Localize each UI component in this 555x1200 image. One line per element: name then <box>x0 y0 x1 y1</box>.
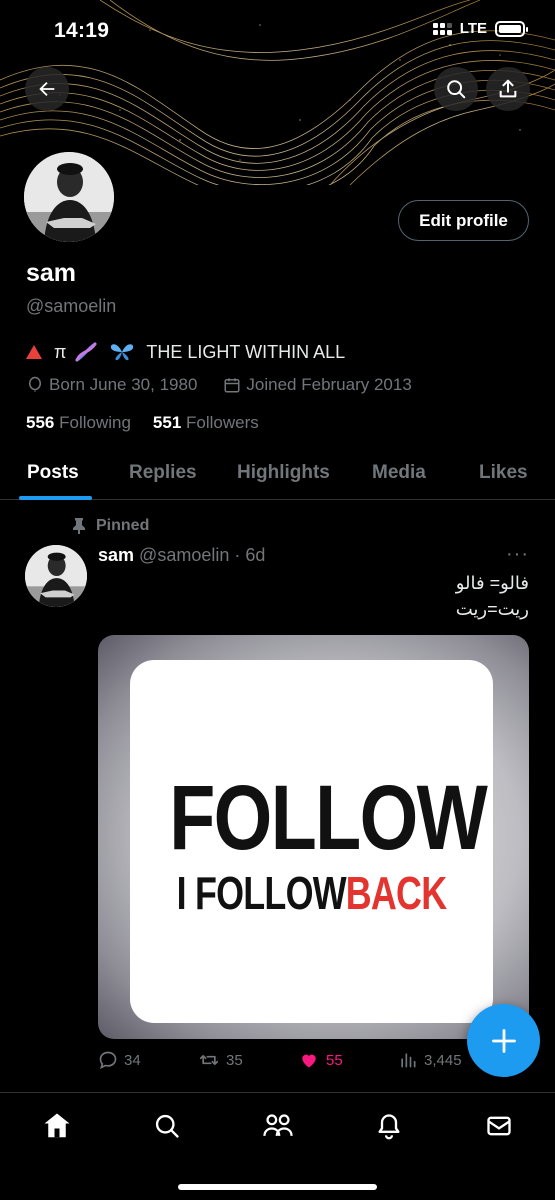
tab-replies[interactable]: Replies <box>129 462 197 484</box>
home-icon <box>44 1113 70 1138</box>
home-indicator <box>178 1184 377 1190</box>
views-count: 3,445 <box>424 1051 462 1069</box>
back-button[interactable] <box>25 67 69 111</box>
post-author[interactable]: sam <box>98 545 134 565</box>
like-count: 55 <box>326 1051 343 1069</box>
media-i-follow: I FOLLOW <box>176 867 347 919</box>
profile-meta: Born June 30, 1980 Joined February 2013 <box>26 375 412 395</box>
media-follow-text: FOLLOW <box>169 767 488 869</box>
heart-icon <box>302 1054 316 1068</box>
calendar-icon <box>224 378 240 393</box>
following-label: Following <box>59 413 131 432</box>
tab-highlights[interactable]: Highlights <box>237 462 330 484</box>
search-icon <box>447 80 466 99</box>
dna-icon <box>75 342 97 362</box>
avatar-photo <box>24 152 114 242</box>
reply-button[interactable]: 34 <box>98 1050 141 1070</box>
following-link[interactable]: 556 Following <box>26 413 131 433</box>
nav-home[interactable] <box>40 1109 74 1143</box>
repost-icon <box>199 1055 219 1065</box>
bio-text: THE LIGHT WITHIN ALL <box>146 341 346 362</box>
network-type: LTE <box>459 20 487 37</box>
post-text-line-2: ريت=ريت <box>455 599 529 619</box>
nav-notifications[interactable] <box>372 1109 406 1143</box>
born-date: Born June 30, 1980 <box>49 375 198 394</box>
communities-icon <box>263 1114 293 1136</box>
nav-communities[interactable] <box>261 1109 295 1143</box>
reply-icon <box>99 1051 117 1070</box>
search-button[interactable] <box>434 67 478 111</box>
pinned-label: Pinned <box>72 517 149 535</box>
butterfly-icon <box>111 344 134 361</box>
search-icon <box>155 1114 179 1138</box>
nav-search[interactable] <box>150 1109 184 1143</box>
joined-date: Joined February 2013 <box>246 375 412 394</box>
followers-label: Followers <box>186 413 259 432</box>
status-time: 14:19 <box>54 19 110 42</box>
compose-button[interactable] <box>467 1004 540 1077</box>
post-handle[interactable]: @samoelin <box>139 545 229 565</box>
balloon-icon <box>29 376 41 392</box>
pin-icon <box>73 518 85 534</box>
post-header: sam @samoelin · 6d <box>98 545 265 566</box>
active-tab-indicator <box>19 496 92 500</box>
profile-bio: π THE LIGHT WITHIN ALL <box>26 341 345 363</box>
profile-tabs: Posts Replies Highlights Media Likes <box>0 448 555 500</box>
profile-avatar[interactable] <box>20 148 118 246</box>
pinned-text: Pinned <box>96 517 150 534</box>
tab-media[interactable]: Media <box>372 462 426 484</box>
followers-link[interactable]: 551 Followers <box>153 413 259 433</box>
views-icon <box>401 1053 416 1068</box>
plus-icon <box>491 1028 516 1053</box>
media-back: BACK <box>345 867 447 919</box>
share-button[interactable] <box>486 67 530 111</box>
status-indicators: LTE <box>432 20 528 37</box>
following-count: 556 <box>26 413 55 432</box>
post-text: فالو= فالو ريت=ريت <box>229 570 529 622</box>
post-media-image[interactable]: FOLLOW I FOLLOWBACK <box>98 635 529 1039</box>
post-text-line-1: فالو= فالو <box>455 573 529 593</box>
cellular-signal-icon <box>432 22 452 35</box>
back-arrow-icon <box>39 81 55 97</box>
post-actions: 34 35 55 3,445 <box>98 1050 498 1074</box>
post-time: · 6d <box>234 545 266 565</box>
post-avatar-photo <box>25 545 87 607</box>
media-follow-back-text: I FOLLOWBACK <box>170 870 453 916</box>
post-avatar[interactable] <box>25 545 87 607</box>
post-more-button[interactable]: ··· <box>506 543 529 566</box>
nav-messages[interactable] <box>482 1109 516 1143</box>
repost-count: 35 <box>226 1051 243 1069</box>
bell-icon <box>378 1114 400 1140</box>
mail-icon <box>487 1116 511 1136</box>
battery-icon <box>495 20 528 37</box>
profile-display-name: sam <box>26 259 77 287</box>
followers-count: 551 <box>152 413 182 432</box>
repost-button[interactable]: 35 <box>198 1050 243 1070</box>
media-card: FOLLOW I FOLLOWBACK <box>130 660 493 1023</box>
status-bar: 14:19 LTE <box>0 0 555 62</box>
views-button[interactable]: 3,445 <box>398 1050 462 1070</box>
share-icon <box>499 79 517 98</box>
red-triangle-icon <box>26 345 42 359</box>
tab-likes[interactable]: Likes <box>479 462 528 484</box>
tab-posts[interactable]: Posts <box>27 462 79 484</box>
reply-count: 34 <box>124 1051 141 1069</box>
edit-profile-button[interactable]: Edit profile <box>398 200 529 241</box>
bio-pi: π <box>54 341 67 362</box>
like-button[interactable]: 55 <box>298 1050 343 1070</box>
profile-handle: @samoelin <box>26 296 117 316</box>
follow-stats: 556 Following 551 Followers <box>26 413 259 433</box>
